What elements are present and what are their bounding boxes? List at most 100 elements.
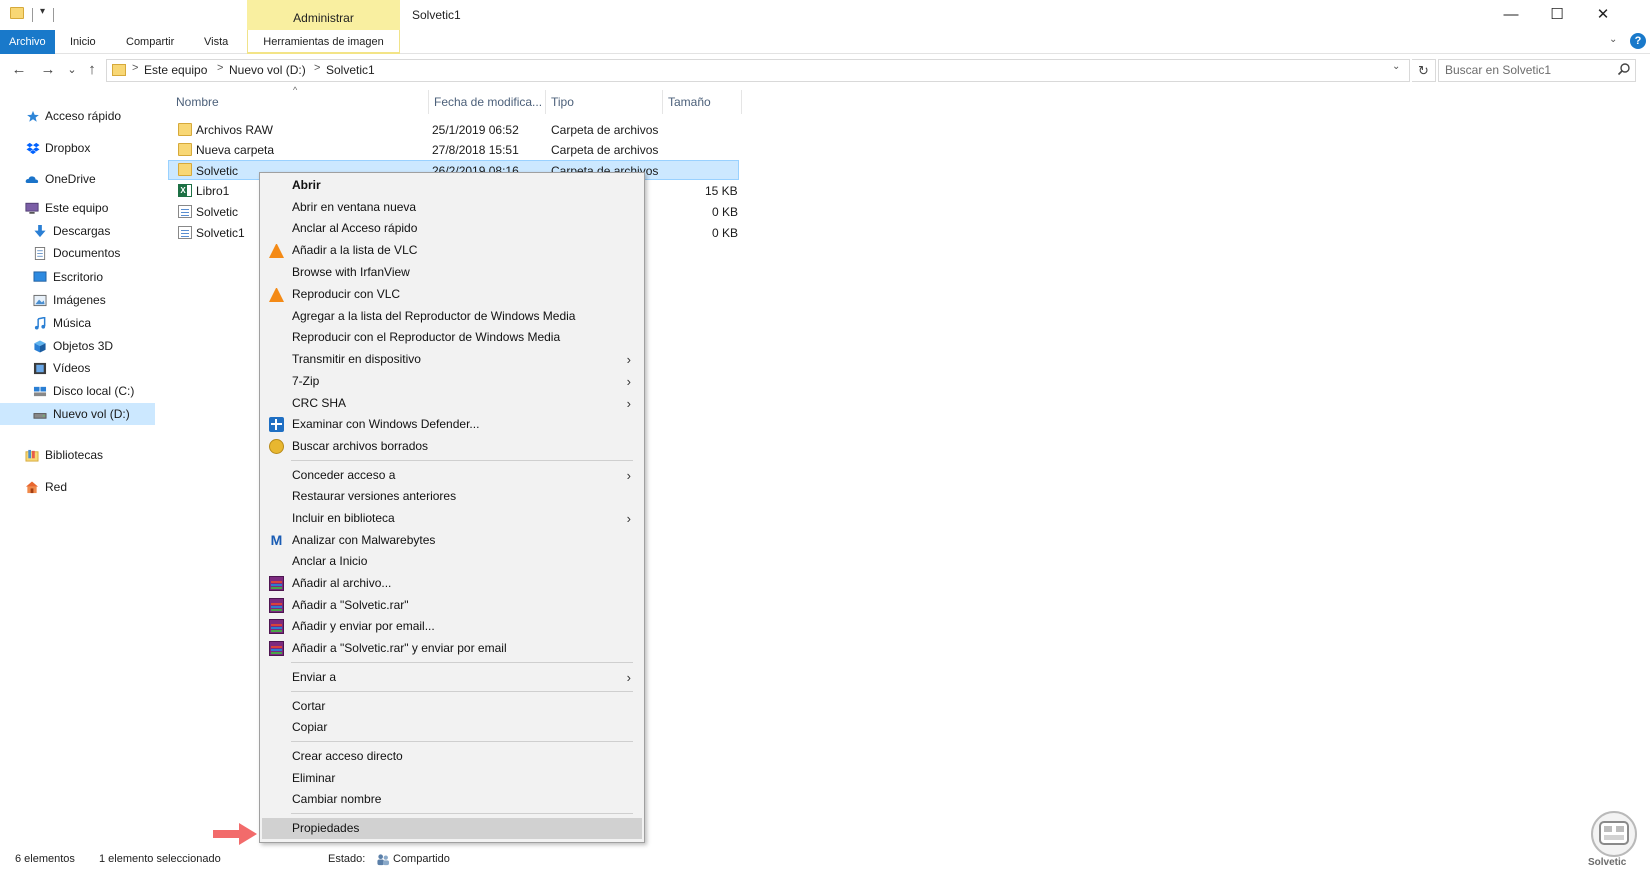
context-tab-header: Administrar [247,0,400,30]
search-icon[interactable] [1617,62,1631,76]
sidebar-item-label: Red [45,480,68,494]
folder-icon [178,143,192,156]
column-header-tipo[interactable]: Tipo [546,90,663,114]
breadcrumb-separator[interactable]: > [314,62,320,74]
file-type: Carpeta de archivos [551,143,659,157]
menu-item-cortar[interactable]: Cortar [259,696,645,717]
sidebar-item-bibliotecas[interactable]: Bibliotecas [0,444,155,466]
menu-item-enviar-a[interactable]: Enviar a › [259,667,645,688]
sidebar-item-objetos-3d[interactable]: Objetos 3D [0,335,155,357]
menu-item-transmitir-dispositivo[interactable]: Transmitir en dispositivo › [259,349,645,370]
sidebar-item-imagenes[interactable]: Imágenes [0,289,155,311]
folder-icon [10,7,24,19]
maximize-button[interactable]: ☐ [1534,0,1580,30]
sidebar-item-label: Dropbox [45,141,91,155]
file-row[interactable]: Archivos RAW 25/1/2019 06:52 Carpeta de … [168,120,739,140]
tab-archivo[interactable]: Archivo [0,30,55,54]
column-header-tamano[interactable]: Tamaño [663,90,742,114]
sidebar-item-label: Este equipo [45,201,109,215]
minimize-button[interactable]: — [1488,0,1534,30]
sidebar-item-disco-local[interactable]: Disco local (C:) [0,380,155,402]
sidebar-item-musica[interactable]: Música [0,312,155,334]
breadcrumb-este-equipo[interactable]: Este equipo [144,63,207,77]
menu-item-buscar-borrados[interactable]: Buscar archivos borrados [259,436,645,457]
menu-item-windows-defender[interactable]: Examinar con Windows Defender... [259,414,645,435]
sidebar-item-onedrive[interactable]: OneDrive [0,168,155,190]
breadcrumb-solvetic1[interactable]: Solvetic1 [326,63,375,77]
menu-item-crear-acceso-directo[interactable]: Crear acceso directo [259,746,645,767]
sidebar-item-label: Descargas [53,224,111,238]
sidebar-item-acceso-rapido[interactable]: Acceso rápido [0,105,155,127]
menu-item-abrir-ventana-nueva[interactable]: Abrir en ventana nueva [259,197,645,218]
vlc-icon [269,287,284,302]
menu-item-reproducir-vlc[interactable]: Reproducir con VLC [259,284,645,305]
file-date: 25/1/2019 06:52 [432,123,519,137]
menu-item-anadir-enviar-email[interactable]: Añadir y enviar por email... [259,616,645,637]
menu-item-restaurar-versiones[interactable]: Restaurar versiones anteriores [259,486,645,507]
up-button[interactable]: ↑ [82,59,102,81]
file-type: Carpeta de archivos [551,123,659,137]
breadcrumb-separator[interactable]: > [217,62,223,74]
search-input[interactable] [1445,63,1605,77]
close-button[interactable]: ✕ [1580,0,1626,30]
menu-item-anadir-rar-enviar-email[interactable]: Añadir a "Solvetic.rar" y enviar por ema… [259,638,645,659]
file-size: 0 KB [712,226,739,240]
menu-item-anadir-solvetic-rar[interactable]: Añadir a "Solvetic.rar" [259,595,645,616]
winrar-icon [269,598,284,613]
menu-item-propiedades[interactable]: Propiedades [262,818,642,839]
column-header-fecha[interactable]: Fecha de modifica... [429,90,546,114]
malwarebytes-icon: M [270,532,283,548]
menu-item-malwarebytes[interactable]: M Analizar con Malwarebytes [259,530,645,551]
menu-item-abrir[interactable]: Abrir [259,175,645,196]
sidebar-item-nuevo-vol[interactable]: Nuevo vol (D:) [0,403,155,425]
sidebar-item-dropbox[interactable]: Dropbox [0,137,155,159]
quick-access-dropdown-icon[interactable]: ▾ [40,6,45,17]
menu-item-cambiar-nombre[interactable]: Cambiar nombre [259,789,645,810]
recent-locations-button[interactable]: ⌄ [62,59,82,81]
menu-item-agregar-windows-media[interactable]: Agregar a la lista del Reproductor de Wi… [259,306,645,327]
cube-icon [34,340,46,353]
menu-item-crc-sha[interactable]: CRC SHA › [259,393,645,414]
tab-herramientas-de-imagen[interactable]: Herramientas de imagen [247,30,400,54]
breadcrumb-separator[interactable]: > [132,62,138,74]
tab-inicio[interactable]: Inicio [60,30,106,54]
search-box[interactable] [1438,59,1636,82]
ribbon-expand-icon[interactable]: ⌄ [1609,34,1617,45]
menu-item-7zip[interactable]: 7-Zip › [259,371,645,392]
solvetic-logo-icon [1591,811,1637,857]
tab-compartir[interactable]: Compartir [116,30,184,54]
menu-item-conceder-acceso[interactable]: Conceder acceso a › [259,465,645,486]
document-icon [34,247,46,260]
help-button[interactable]: ? [1630,33,1646,49]
back-button[interactable]: ← [9,59,29,81]
menu-item-browse-irfanview[interactable]: Browse with IrfanView [259,262,645,283]
menu-item-copiar[interactable]: Copiar [259,717,645,738]
sidebar-item-label: Escritorio [53,270,104,284]
sidebar-item-descargas[interactable]: Descargas [0,220,155,242]
refresh-button[interactable]: ↻ [1412,59,1436,82]
sidebar-item-este-equipo[interactable]: Este equipo [0,197,155,219]
menu-item-anclar-acceso-rapido[interactable]: Anclar al Acceso rápido [259,218,645,239]
file-row[interactable]: Nueva carpeta 27/8/2018 15:51 Carpeta de… [168,140,739,160]
winrar-icon [269,576,284,591]
tab-vista[interactable]: Vista [194,30,238,54]
menu-item-anclar-inicio[interactable]: Anclar a Inicio [259,551,645,572]
drive-icon [33,413,47,419]
sidebar-item-documentos[interactable]: Documentos [0,242,155,264]
forward-button[interactable]: → [38,59,58,81]
column-header-nombre[interactable]: Nombre [171,90,429,114]
sidebar-item-escritorio[interactable]: Escritorio [0,266,155,288]
menu-item-incluir-biblioteca[interactable]: Incluir en biblioteca › [259,508,645,529]
sidebar-item-label: Bibliotecas [45,448,104,462]
watermark-text: Solvetic [1588,857,1627,868]
sidebar-item-videos[interactable]: Vídeos [0,357,155,379]
file-name: Libro1 [196,184,230,198]
chevron-down-icon[interactable]: ⌄ [1392,61,1400,72]
breadcrumb-nuevo-vol[interactable]: Nuevo vol (D:) [229,63,306,77]
menu-item-anadir-lista-vlc[interactable]: Añadir a la lista de VLC [259,240,645,261]
menu-item-reproducir-windows-media[interactable]: Reproducir con el Reproductor de Windows… [259,327,645,348]
file-name: Solvetic [196,205,239,219]
menu-item-anadir-archivo[interactable]: Añadir al archivo... [259,573,645,594]
sidebar-item-red[interactable]: Red [0,476,155,498]
menu-item-eliminar[interactable]: Eliminar [259,768,645,789]
